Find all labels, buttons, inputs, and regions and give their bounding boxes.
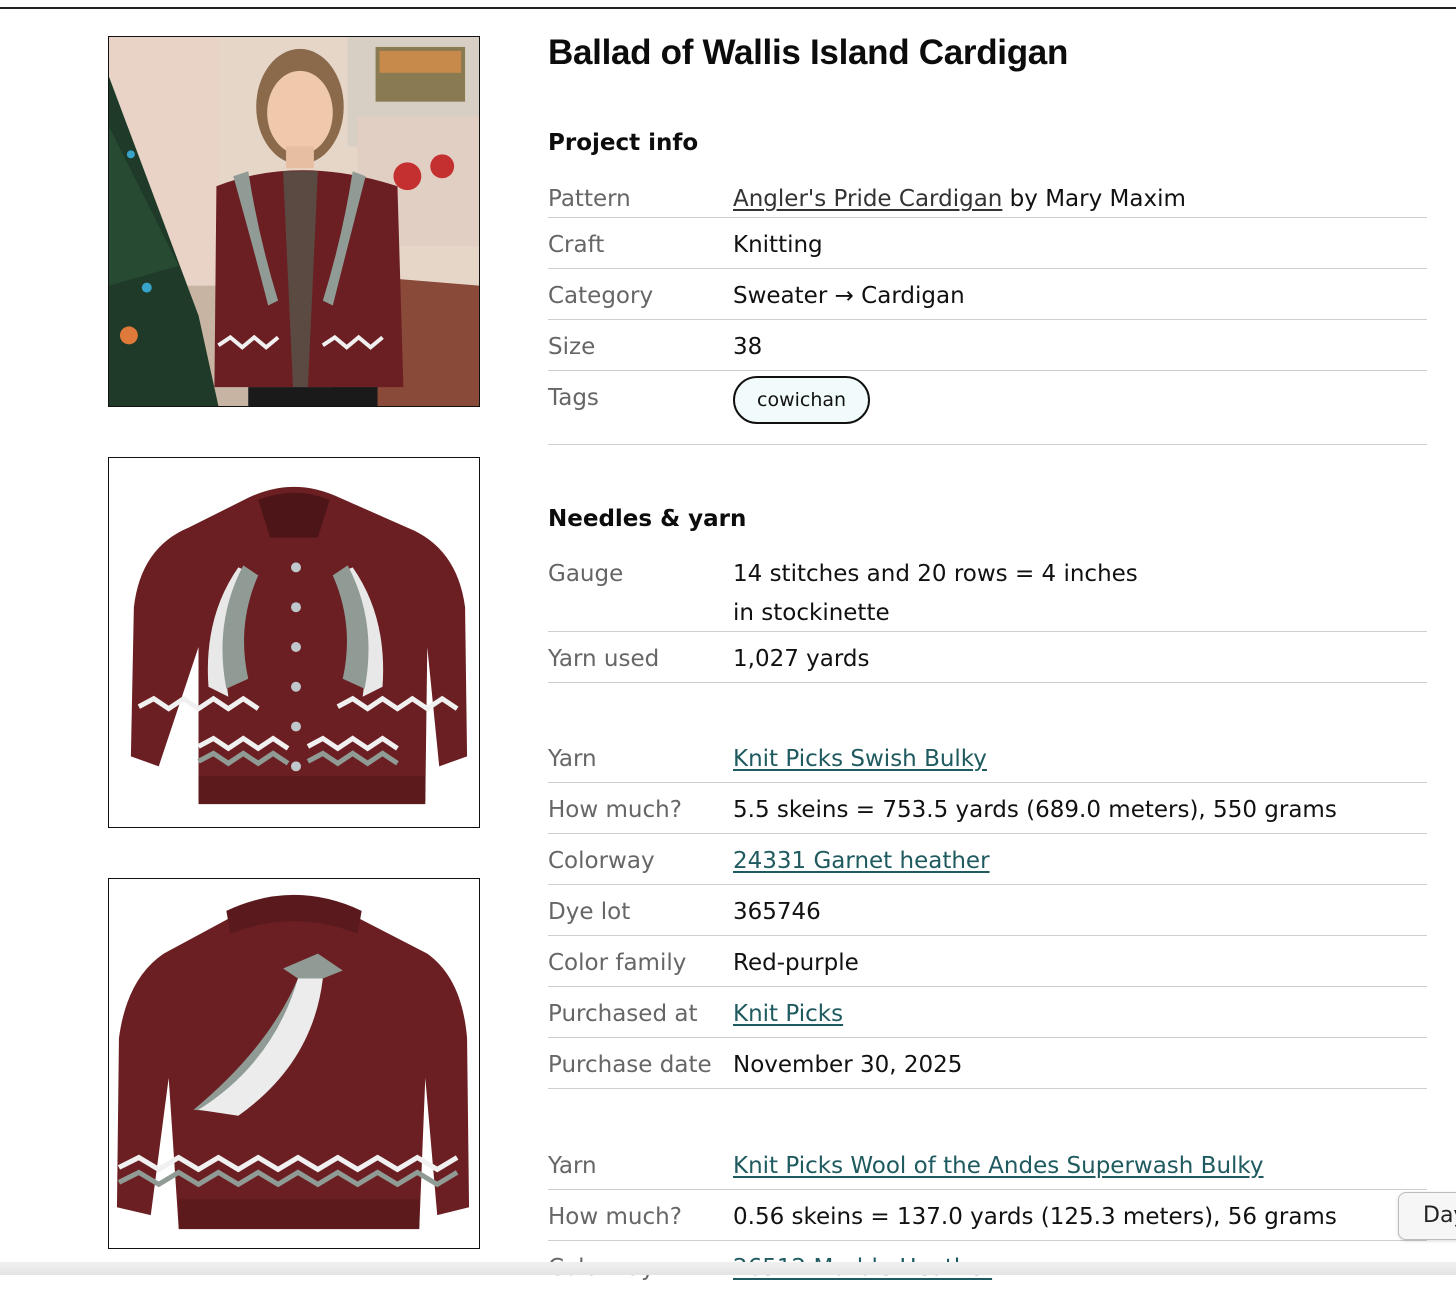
project-photo-front[interactable] (108, 457, 480, 828)
row-category: Category Sweater → Cardigan (548, 269, 1427, 320)
purchased-at-1-link[interactable]: Knit Picks (733, 1001, 843, 1027)
yarn-1-value: Knit Picks Swish Bulky (733, 740, 987, 779)
photo-worn-image (109, 37, 479, 406)
bottom-edge (0, 1262, 1456, 1275)
how-much-1-value: 5.5 skeins = 753.5 yards (689.0 meters),… (733, 797, 1337, 823)
yarn-1-label: Yarn (548, 746, 597, 772)
color-family-1-label: Color family (548, 950, 687, 976)
photo-back-image (109, 879, 479, 1248)
gauge-line-2: in stockinette (733, 600, 890, 626)
craft-label: Craft (548, 232, 605, 258)
row-color-family-1: Color family Red-purple (548, 936, 1427, 987)
row-how-much-2: How much? 0.56 skeins = 137.0 yards (125… (548, 1190, 1427, 1241)
how-much-2-label: How much? (548, 1204, 682, 1230)
project-title: Ballad of Wallis Island Cardigan (548, 33, 1069, 72)
row-pattern: Pattern Angler's Pride Cardigan by Mary … (548, 172, 1427, 218)
colorway-1-value: 24331 Garnet heather (733, 842, 990, 881)
purchase-date-1-value: November 30, 2025 (733, 1052, 963, 1078)
gauge-value: 14 stitches and 20 rows = 4 inches in sto… (733, 555, 1138, 633)
pattern-designer: by Mary Maxim (1002, 186, 1186, 212)
size-label: Size (548, 334, 596, 360)
row-yarn-1: Yarn Knit Picks Swish Bulky (548, 732, 1427, 783)
size-value: 38 (733, 334, 763, 360)
project-info-heading: Project info (548, 130, 699, 156)
gauge-line-1: 14 stitches and 20 rows = 4 inches (733, 561, 1138, 587)
tags-label: Tags (548, 385, 599, 411)
row-gauge: Gauge 14 stitches and 20 rows = 4 inches… (548, 547, 1427, 632)
yarn-1-link[interactable]: Knit Picks Swish Bulky (733, 746, 987, 772)
row-yarn-used: Yarn used 1,027 yards (548, 632, 1427, 683)
photo-front-image (109, 458, 479, 827)
pattern-link[interactable]: Angler's Pride Cardigan (733, 186, 1002, 212)
row-dye-lot-1: Dye lot 365746 (548, 885, 1427, 936)
row-craft: Craft Knitting (548, 218, 1427, 269)
row-purchased-at-1: Purchased at Knit Picks (548, 987, 1427, 1038)
purchase-date-1-label: Purchase date (548, 1052, 712, 1078)
category-label: Category (548, 283, 654, 309)
row-tags: Tags cowichan (548, 371, 1427, 445)
color-family-1-value: Red-purple (733, 950, 859, 976)
how-much-1-label: How much? (548, 797, 682, 823)
gauge-label: Gauge (548, 561, 624, 587)
project-photo-worn[interactable] (108, 36, 480, 407)
row-purchase-date-1: Purchase date November 30, 2025 (548, 1038, 1427, 1089)
row-size: Size 38 (548, 320, 1427, 371)
tag-pill[interactable]: cowichan (733, 376, 871, 424)
yarn-2-label: Yarn (548, 1153, 597, 1179)
dye-lot-1-label: Dye lot (548, 899, 631, 925)
row-how-much-1: How much? 5.5 skeins = 753.5 yards (689.… (548, 783, 1427, 834)
day-mode-button[interactable]: Day (1398, 1192, 1456, 1240)
craft-value: Knitting (733, 232, 823, 258)
row-colorway-1: Colorway 24331 Garnet heather (548, 834, 1427, 885)
tags-value: cowichan (733, 376, 871, 424)
pattern-label: Pattern (548, 186, 631, 212)
yarn-2-link[interactable]: Knit Picks Wool of the Andes Superwash B… (733, 1153, 1264, 1179)
top-divider (0, 7, 1456, 9)
colorway-1-link[interactable]: 24331 Garnet heather (733, 848, 990, 874)
yarn-used-value: 1,027 yards (733, 646, 870, 672)
category-value: Sweater → Cardigan (733, 283, 965, 309)
how-much-2-value: 0.56 skeins = 137.0 yards (125.3 meters)… (733, 1204, 1337, 1230)
needles-yarn-heading: Needles & yarn (548, 506, 747, 532)
row-yarn-2: Yarn Knit Picks Wool of the Andes Superw… (548, 1139, 1427, 1190)
yarn-used-label: Yarn used (548, 646, 660, 672)
yarn-2-value: Knit Picks Wool of the Andes Superwash B… (733, 1147, 1264, 1186)
project-photo-back[interactable] (108, 878, 480, 1249)
purchased-at-1-label: Purchased at (548, 1001, 698, 1027)
purchased-at-1-value: Knit Picks (733, 995, 843, 1034)
dye-lot-1-value: 365746 (733, 899, 821, 925)
pattern-value: Angler's Pride Cardigan by Mary Maxim (733, 180, 1186, 219)
colorway-1-label: Colorway (548, 848, 655, 874)
